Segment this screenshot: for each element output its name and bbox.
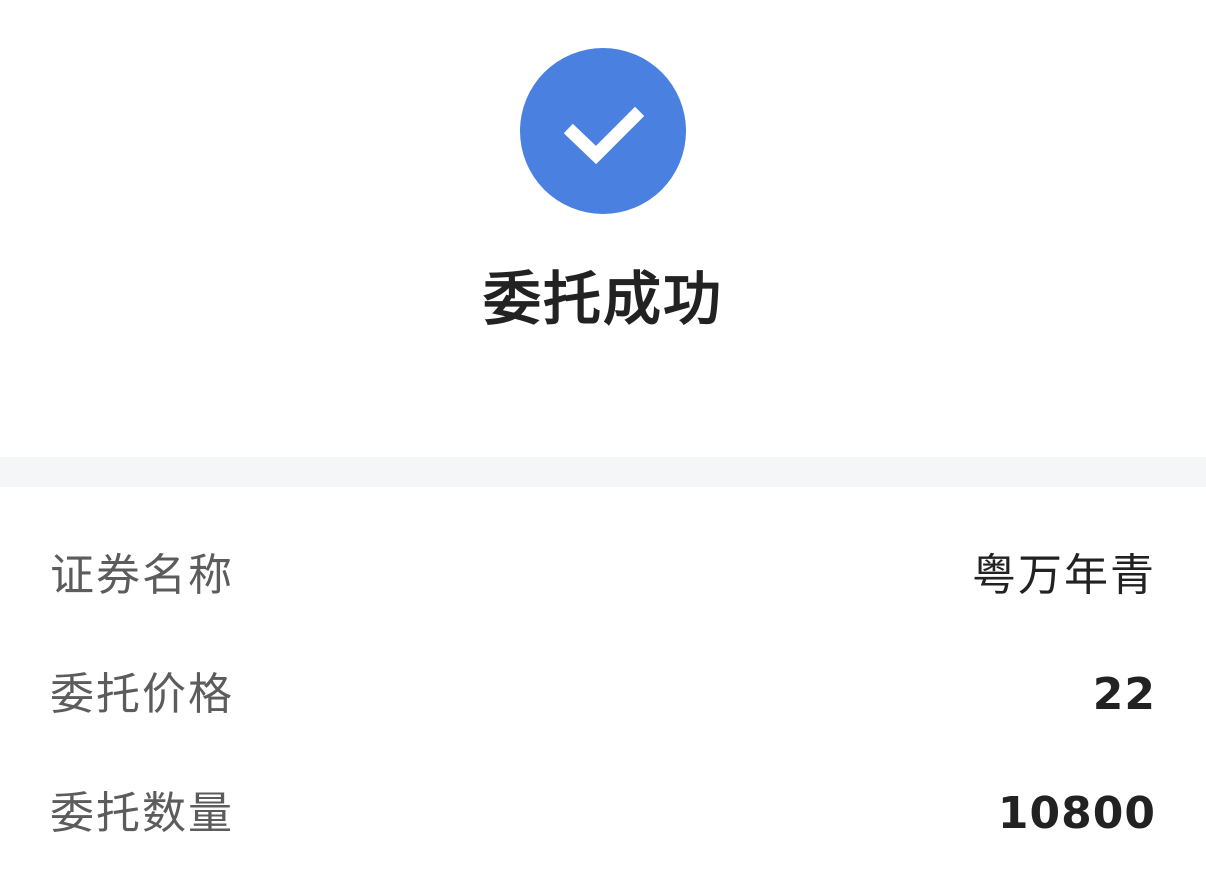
detail-row-security-name: 证券名称 粤万年青 [0,520,1206,639]
detail-row-order-price: 委托价格 22 [0,639,1206,758]
detail-row-order-quantity: 委托数量 10800 [0,758,1206,877]
security-name-value: 粤万年青 [972,550,1156,601]
check-icon [563,106,645,165]
order-quantity-value: 10800 [997,788,1156,839]
section-divider [0,457,1206,487]
order-quantity-label: 委托数量 [50,788,234,839]
order-success-page: 委托成功 证券名称 粤万年青 委托价格 22 委托数量 10800 [0,0,1206,882]
order-price-label: 委托价格 [50,669,234,720]
order-details-list: 证券名称 粤万年青 委托价格 22 委托数量 10800 [0,520,1206,877]
status-title: 委托成功 [482,265,723,333]
success-badge [520,48,686,214]
security-name-label: 证券名称 [50,550,234,601]
order-price-value: 22 [1092,669,1156,720]
